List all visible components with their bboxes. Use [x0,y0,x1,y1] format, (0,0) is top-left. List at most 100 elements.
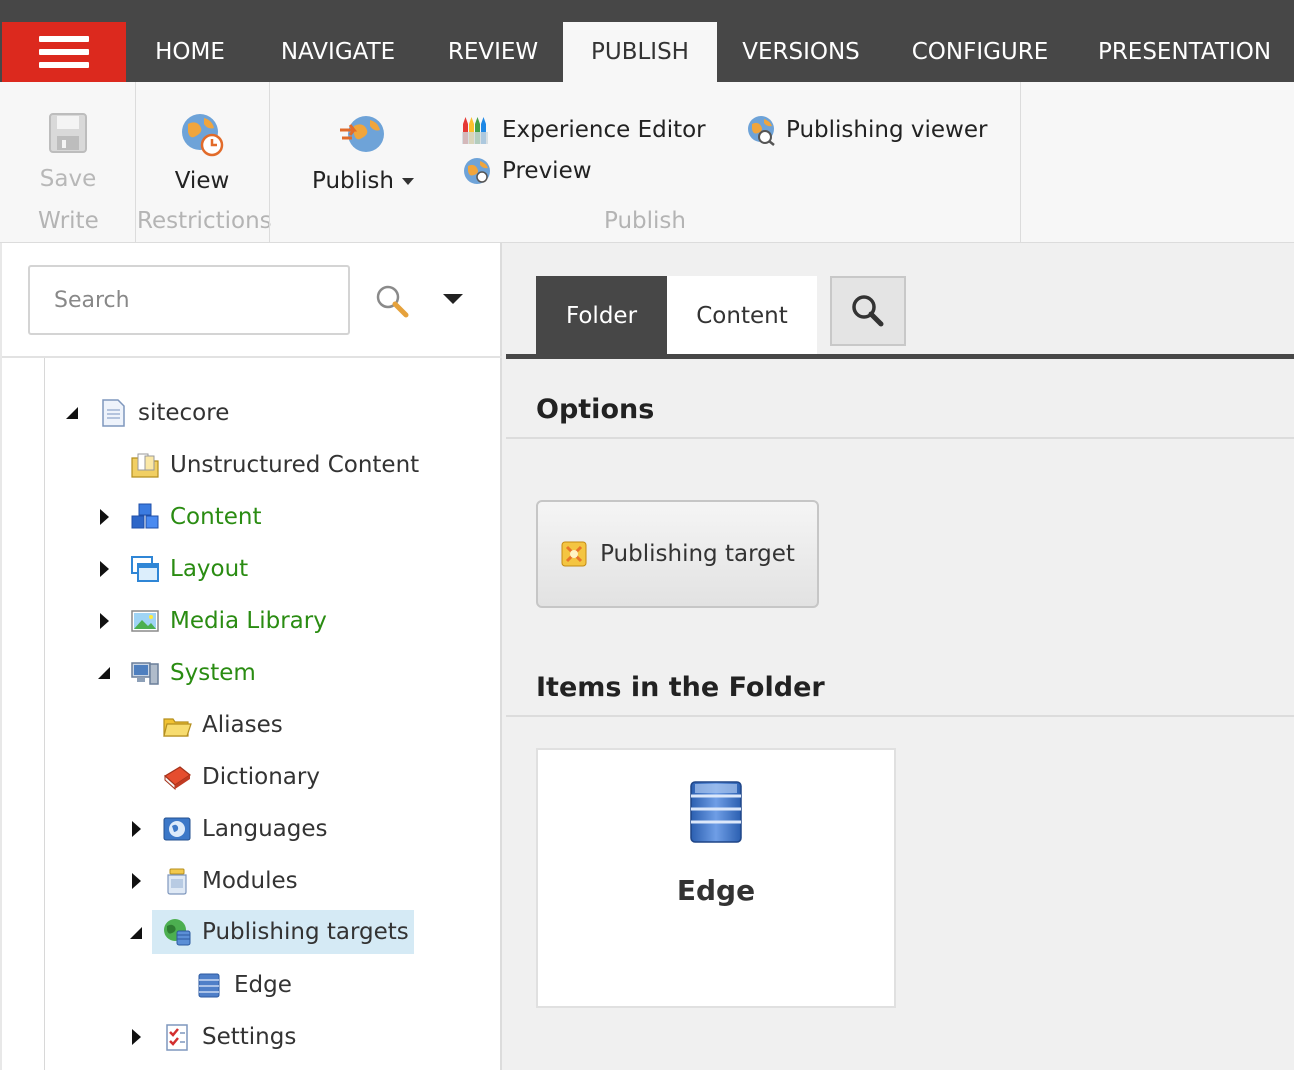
tree-item-content[interactable]: Content [130,495,261,539]
search-options-dropdown-icon[interactable] [443,294,463,304]
tree-guide-line [44,358,45,1070]
folder-item-label: Edge [676,874,756,907]
globe-clock-icon [182,114,224,157]
restrictions-group-label: Restrictions [137,208,272,234]
tree-item-system[interactable]: System [130,651,256,695]
collapse-arrow-icon[interactable] [66,407,78,419]
save-label: Save [39,166,97,192]
document-icon [102,399,125,427]
database-icon [690,781,742,843]
tab-configure[interactable]: CONFIGURE [885,22,1075,82]
divider [2,356,502,358]
tree-item-label: Modules [202,868,298,894]
hamburger-icon-line [39,49,89,55]
tabs-underline [506,354,1294,359]
tree-item-label: Layout [170,556,249,582]
publish-globe-icon [340,116,384,152]
search-icon [852,295,884,327]
save-button[interactable]: Save [30,112,106,192]
save-icon [49,113,87,153]
tree-item-label: Content [170,504,262,530]
expand-arrow-icon[interactable] [132,821,141,837]
tree-item-sitecore[interactable]: sitecore [98,391,229,435]
tab-home[interactable]: HOME [126,22,254,82]
tree-item-aliases[interactable]: Aliases [162,703,283,747]
chevron-down-icon [401,178,414,185]
ribbon-divider [135,82,136,242]
publishing-viewer-label: Publishing viewer [786,117,988,143]
image-icon [131,610,159,632]
publish-label: Publish [312,168,394,194]
expand-arrow-icon[interactable] [100,613,109,629]
publishing-target-icon [561,541,587,567]
cubes-icon [131,503,159,529]
tab-folder[interactable]: Folder [536,276,667,356]
tree-item-label: sitecore [138,400,230,426]
ribbon-divider [1020,82,1021,242]
items-heading: Items in the Folder [536,672,825,703]
publishing-target-button[interactable]: Publishing target [536,500,819,608]
hamburger-icon-line [39,62,89,68]
tab-versions[interactable]: VERSIONS [717,22,885,82]
tree-item-dictionary[interactable]: Dictionary [162,755,320,799]
tree-item-publishing-targets[interactable]: Publishing targets [152,910,414,954]
publishing-targets-globe-icon [164,919,191,946]
checklist-icon [166,1024,188,1051]
tree-item-label: Edge [234,972,292,998]
jar-icon [167,868,187,895]
search-tab-button[interactable] [830,276,906,346]
layout-windows-icon [131,556,159,582]
expand-arrow-icon[interactable] [132,1029,141,1045]
tab-review[interactable]: REVIEW [422,22,564,82]
tab-publish[interactable]: PUBLISH [563,22,717,82]
tab-navigate[interactable]: NAVIGATE [254,22,422,82]
languages-globe-icon [163,817,191,841]
collapse-arrow-icon[interactable] [130,927,142,939]
tree-item-modules[interactable]: Modules [162,859,298,903]
folder-icon [163,718,192,737]
ribbon: Save Write View Restrictions Publish Exp… [0,82,1294,243]
tree-item-label: System [170,660,256,686]
book-icon [163,766,192,791]
collapse-arrow-icon[interactable] [98,667,110,679]
hamburger-menu-button[interactable] [2,22,126,82]
ribbon-divider [269,82,270,242]
options-heading: Options [536,394,655,425]
crayons-icon [462,117,488,144]
expand-arrow-icon[interactable] [132,873,141,889]
tree-item-media-library[interactable]: Media Library [130,599,327,643]
tree-item-layout[interactable]: Layout [130,547,248,591]
publishing-viewer-button[interactable]: Publishing viewer [746,114,987,146]
tree-item-label: Aliases [202,712,283,738]
expand-arrow-icon[interactable] [100,509,109,525]
search-input[interactable] [28,265,350,335]
tree-item-languages[interactable]: Languages [162,807,328,851]
tree-item-label: Dictionary [202,764,320,790]
tree-item-label: Media Library [170,608,327,634]
preview-button[interactable]: Preview [462,156,592,186]
view-label: View [174,168,230,194]
tree-item-edge[interactable]: Edge [194,963,292,1007]
top-navigation-bar: HOME NAVIGATE REVIEW PUBLISH VERSIONS CO… [0,0,1294,82]
database-icon [198,973,220,998]
divider [506,437,1294,439]
tree-item-unstructured-content[interactable]: Unstructured Content [130,443,419,487]
tab-content[interactable]: Content [667,276,817,356]
search-icon[interactable] [374,283,410,319]
write-group-label: Write [38,208,99,234]
tree-item-label: Publishing targets [202,919,409,945]
expand-arrow-icon[interactable] [100,561,109,577]
publish-dropdown-button[interactable]: Publish [306,110,420,194]
tab-presentation[interactable]: PRESENTATION [1075,22,1294,82]
computer-icon [131,662,159,685]
folder-box-icon [131,453,159,478]
content-tree-panel: sitecore Unstructured Content Content La… [0,243,502,1070]
view-restrictions-button[interactable]: View [162,110,242,194]
experience-editor-label: Experience Editor [502,117,706,143]
folder-item-card[interactable]: Edge [536,748,896,1008]
tree-item-label: Languages [202,816,328,842]
tree-item-label: Unstructured Content [170,452,420,478]
tree-item-settings[interactable]: Settings [162,1015,296,1059]
experience-editor-button[interactable]: Experience Editor [460,114,706,146]
publish-group-label: Publish [604,208,686,234]
